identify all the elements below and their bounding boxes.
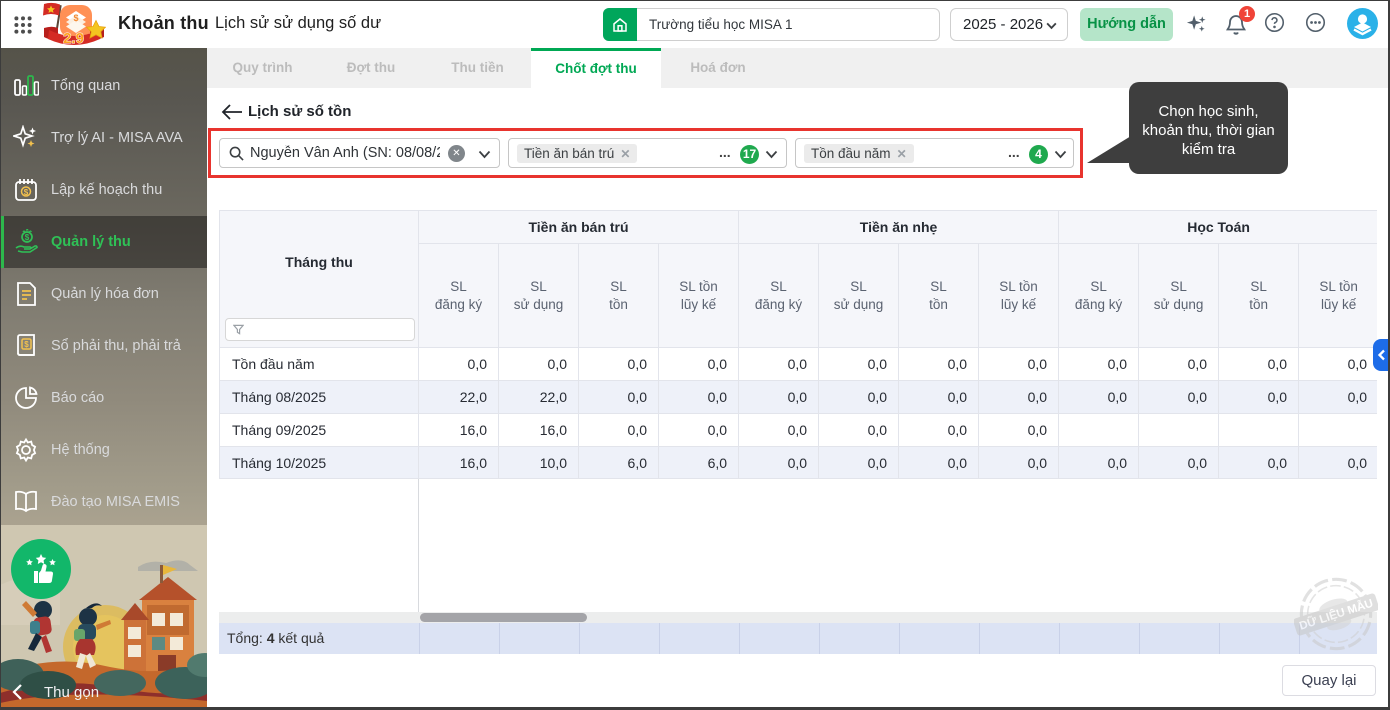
svg-text:$: $ bbox=[25, 233, 30, 242]
svg-text:$: $ bbox=[73, 13, 78, 23]
svg-text:$: $ bbox=[24, 188, 29, 197]
svg-text:2.9: 2.9 bbox=[63, 30, 84, 47]
svg-text:$: $ bbox=[24, 340, 29, 349]
